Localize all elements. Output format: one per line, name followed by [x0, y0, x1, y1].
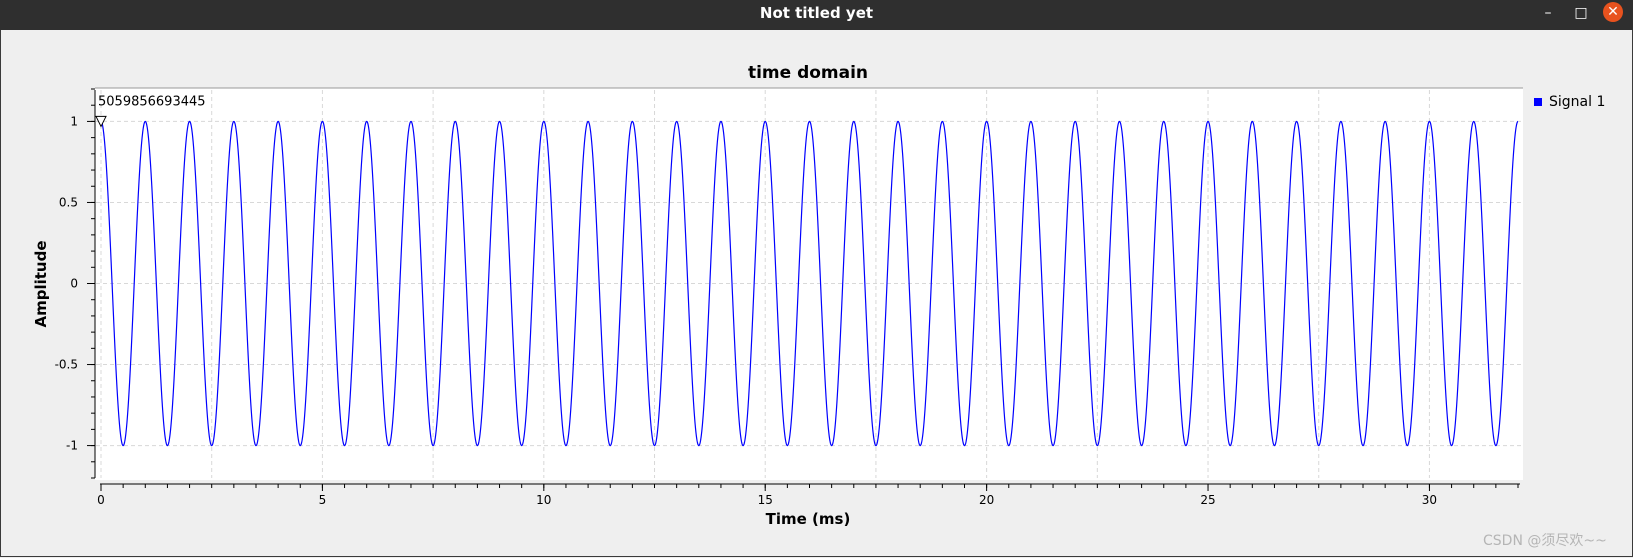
- x-tick-label: 20: [979, 493, 994, 507]
- watermark: CSDN @须尽欢~~: [1483, 533, 1607, 549]
- x-axis-ticks: 0 5 10 15 20 25 30: [97, 484, 1437, 507]
- y-tick-label: -1: [66, 439, 78, 453]
- marker-label: 5059856693445: [98, 94, 206, 109]
- x-minor-ticks: [100, 484, 1519, 488]
- legend-swatch-signal-1: [1534, 98, 1542, 106]
- y-tick-label: 1: [70, 114, 78, 128]
- y-tick-label: -0.5: [55, 358, 78, 372]
- x-tick-label: 30: [1422, 493, 1437, 507]
- x-tick-label: 10: [536, 493, 551, 507]
- x-tick-label: 0: [97, 493, 105, 507]
- time-domain-plot: time domain 0 5 10 15 20 25 30 1 0.5 0 -0.5 -1 505…: [32, 63, 1523, 528]
- x-tick-label: 5: [319, 493, 327, 507]
- y-tick-label: 0.5: [59, 195, 78, 209]
- y-tick-label: 0: [70, 277, 78, 291]
- chart-title: time domain: [748, 63, 868, 83]
- y-axis-label: Amplitude: [32, 240, 50, 327]
- legend: Signal 1: [1534, 92, 1605, 112]
- legend-label-signal-1[interactable]: Signal 1: [1549, 94, 1605, 110]
- x-tick-label: 15: [758, 493, 773, 507]
- x-axis-label: Time (ms): [766, 510, 851, 528]
- y-axis-ticks: 1 0.5 0 -0.5 -1: [55, 114, 95, 453]
- x-tick-label: 25: [1200, 493, 1215, 507]
